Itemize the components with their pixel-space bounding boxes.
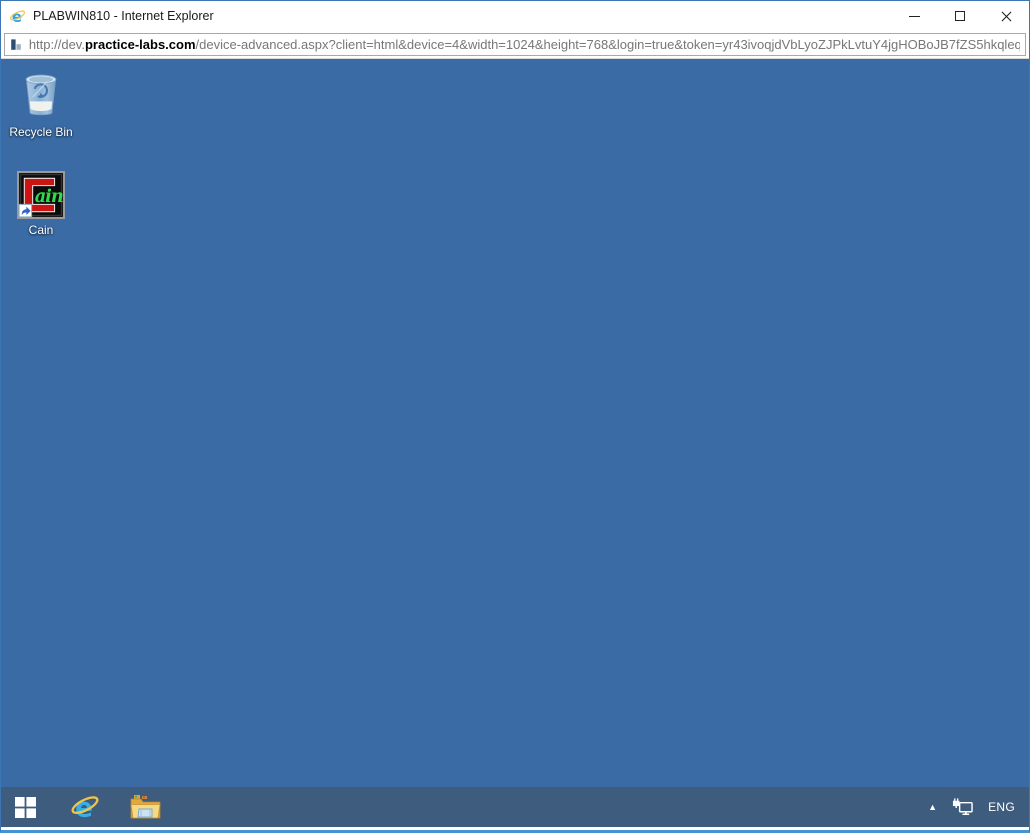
desktop-icon-recycle-bin[interactable]: Recycle Bin (3, 65, 79, 139)
desktop-icon-cain[interactable]: ain Cain (3, 171, 79, 237)
ethernet-network-icon[interactable] (952, 798, 973, 816)
internet-explorer-icon: e (70, 792, 100, 822)
url-field[interactable]: http://dev.practice-labs.com/device-adva… (4, 33, 1026, 56)
ie-window: e PLABWIN810 - Internet Explorer http://… (0, 0, 1030, 833)
window-controls (891, 1, 1029, 31)
url-text: http://dev.practice-labs.com/device-adva… (29, 37, 1020, 52)
window-title: PLABWIN810 - Internet Explorer (33, 9, 214, 23)
title-bar[interactable]: e PLABWIN810 - Internet Explorer (1, 1, 1029, 31)
windows-logo-icon (15, 797, 36, 818)
taskbar-internet-explorer-button[interactable]: e (61, 787, 109, 827)
show-hidden-icons-button[interactable]: ▲ (928, 803, 937, 812)
internet-explorer-icon: e (9, 8, 26, 25)
taskbar-file-explorer-button[interactable] (121, 787, 169, 827)
minimize-button[interactable] (891, 1, 937, 31)
window-bottom-gap (1, 827, 1029, 830)
url-scheme: http://dev. (29, 37, 85, 52)
close-button[interactable] (983, 1, 1029, 31)
maximize-icon (955, 11, 965, 21)
svg-text:ain: ain (35, 186, 63, 207)
minimize-icon (909, 16, 920, 17)
practice-labs-favicon (10, 38, 23, 52)
recycle-bin-icon (16, 65, 66, 121)
language-indicator[interactable]: ENG (988, 800, 1015, 814)
cain-shortcut-icon: ain (17, 171, 65, 219)
url-domain: practice-labs.com (85, 37, 196, 52)
cain-label: Cain (29, 223, 54, 237)
taskbar: e ▲ (1, 787, 1029, 827)
url-path: /device-advanced.aspx?client=html&device… (196, 37, 1020, 52)
close-icon (1001, 11, 1012, 22)
remote-desktop[interactable]: Recycle Bin ain Cain (1, 59, 1029, 827)
address-bar: http://dev.practice-labs.com/device-adva… (1, 31, 1029, 59)
start-button[interactable] (1, 787, 49, 827)
recycle-bin-label: Recycle Bin (9, 125, 72, 139)
folder-icon (130, 794, 161, 821)
system-tray: ▲ ENG (928, 798, 1029, 816)
maximize-button[interactable] (937, 1, 983, 31)
